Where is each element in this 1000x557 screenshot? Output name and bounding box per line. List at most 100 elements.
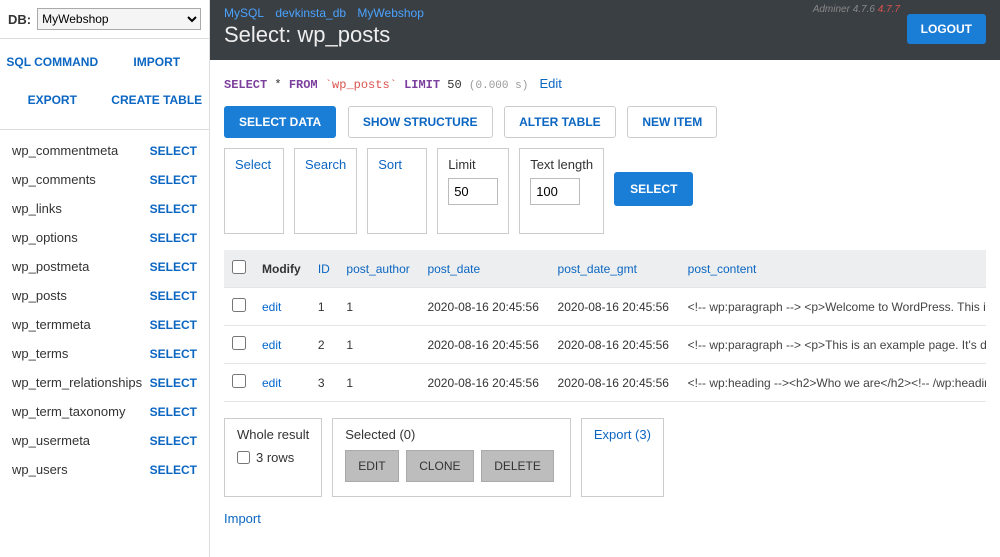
table-select-link[interactable]: SELECT [150, 144, 197, 158]
table-row: wp_term_taxonomy SELECT [0, 397, 209, 426]
table-link[interactable]: wp_users [12, 462, 68, 477]
main: MySQL devkinsta_db MyWebshop Select: wp_… [210, 0, 1000, 557]
table-row: edit312020-08-16 20:45:562020-08-16 20:4… [224, 364, 986, 402]
cell-post-date: 2020-08-16 20:45:56 [419, 288, 549, 326]
table-select-link[interactable]: SELECT [150, 405, 197, 419]
table-row: wp_posts SELECT [0, 281, 209, 310]
select-columns-link[interactable]: Select [235, 157, 273, 172]
table-select-link[interactable]: SELECT [150, 289, 197, 303]
col-post-date[interactable]: post_date [419, 250, 549, 288]
sql-preview: SELECT * FROM `wp_posts` LIMIT 50 (0.000… [224, 76, 986, 92]
sort-link[interactable]: Sort [378, 157, 416, 172]
table-row: wp_users SELECT [0, 455, 209, 484]
crumb-schema[interactable]: MyWebshop [357, 6, 423, 20]
run-select-button[interactable]: SELECT [614, 172, 693, 206]
table-link[interactable]: wp_term_relationships [12, 375, 142, 390]
show-structure-button[interactable]: SHOW STRUCTURE [348, 106, 493, 138]
sql-edit-link[interactable]: Edit [540, 76, 562, 91]
result-footer: Whole result 3 rows Selected (0) EDIT CL… [224, 418, 986, 497]
table-link[interactable]: wp_posts [12, 288, 67, 303]
cell-post-content: <!-- wp:paragraph --> <p>This is an exam… [680, 326, 986, 364]
row-edit-link[interactable]: edit [262, 338, 281, 352]
edit-selected-button[interactable]: EDIT [345, 450, 398, 482]
row-checkbox[interactable] [232, 298, 246, 312]
whole-result-checkbox[interactable] [237, 451, 250, 464]
db-selector-row: DB: MyWebshop [0, 0, 209, 39]
table-select-link[interactable]: SELECT [150, 434, 197, 448]
table-link[interactable]: wp_commentmeta [12, 143, 118, 158]
table-link[interactable]: wp_links [12, 201, 62, 216]
topbar: MySQL devkinsta_db MyWebshop Select: wp_… [210, 0, 1000, 60]
table-link[interactable]: wp_terms [12, 346, 68, 361]
export-box: Export (3) [581, 418, 664, 497]
import-bottom-link[interactable]: Import [224, 511, 261, 526]
table-link[interactable]: wp_options [12, 230, 78, 245]
export-link[interactable]: EXPORT [0, 81, 105, 119]
results-tbody: edit112020-08-16 20:45:562020-08-16 20:4… [224, 288, 986, 402]
table-select-link[interactable]: SELECT [150, 347, 197, 361]
select-all-checkbox[interactable] [232, 260, 246, 274]
db-select[interactable]: MyWebshop [37, 8, 201, 30]
cell-post-date: 2020-08-16 20:45:56 [419, 364, 549, 402]
table-select-link[interactable]: SELECT [150, 376, 197, 390]
delete-selected-button[interactable]: DELETE [481, 450, 554, 482]
table-select-link[interactable]: SELECT [150, 318, 197, 332]
adminer-version: Adminer 4.7.6 4.7.7 [813, 4, 900, 15]
import-link[interactable]: IMPORT [105, 43, 210, 81]
cell-id: 1 [310, 288, 339, 326]
search-link[interactable]: Search [305, 157, 346, 172]
table-select-link[interactable]: SELECT [150, 173, 197, 187]
table-row: wp_options SELECT [0, 223, 209, 252]
row-checkbox[interactable] [232, 336, 246, 350]
select-fieldset: Select [224, 148, 284, 234]
row-edit-link[interactable]: edit [262, 300, 281, 314]
row-edit-link[interactable]: edit [262, 376, 281, 390]
sidebar-actions: SQL COMMAND IMPORT EXPORT CREATE TABLE [0, 39, 209, 130]
cell-post-date-gmt: 2020-08-16 20:45:56 [550, 326, 680, 364]
col-id[interactable]: ID [310, 250, 339, 288]
select-data-button[interactable]: SELECT DATA [224, 106, 336, 138]
logout-button[interactable]: LOGOUT [907, 14, 986, 44]
alter-table-button[interactable]: ALTER TABLE [504, 106, 616, 138]
table-row: wp_termmeta SELECT [0, 310, 209, 339]
cell-post-content: <!-- wp:heading --><h2>Who we are</h2><!… [680, 364, 986, 402]
crumb-mysql[interactable]: MySQL [224, 6, 264, 20]
table-row: edit212020-08-16 20:45:562020-08-16 20:4… [224, 326, 986, 364]
create-table-link[interactable]: CREATE TABLE [105, 81, 210, 119]
textlen-input[interactable] [530, 178, 580, 205]
table-link[interactable]: wp_usermeta [12, 433, 90, 448]
cell-post-content: <!-- wp:paragraph --> <p>Welcome to Word… [680, 288, 986, 326]
limit-input[interactable] [448, 178, 498, 205]
table-select-link[interactable]: SELECT [150, 260, 197, 274]
table-select-link[interactable]: SELECT [150, 463, 197, 477]
sort-fieldset: Sort [367, 148, 427, 234]
table-link[interactable]: wp_postmeta [12, 259, 89, 274]
row-checkbox[interactable] [232, 374, 246, 388]
table-row: edit112020-08-16 20:45:562020-08-16 20:4… [224, 288, 986, 326]
col-post-author[interactable]: post_author [338, 250, 419, 288]
table-link[interactable]: wp_comments [12, 172, 96, 187]
cell-post-author: 1 [338, 364, 419, 402]
col-post-date-gmt[interactable]: post_date_gmt [550, 250, 680, 288]
sql-command-link[interactable]: SQL COMMAND [0, 43, 105, 81]
content: SELECT * FROM `wp_posts` LIMIT 50 (0.000… [210, 60, 1000, 542]
table-link[interactable]: wp_termmeta [12, 317, 91, 332]
clone-selected-button[interactable]: CLONE [406, 450, 473, 482]
cell-id: 3 [310, 364, 339, 402]
new-item-button[interactable]: NEW ITEM [627, 106, 717, 138]
table-link[interactable]: wp_term_taxonomy [12, 404, 125, 419]
limit-fieldset: Limit [437, 148, 509, 234]
whole-result-box: Whole result 3 rows [224, 418, 322, 497]
query-filters: Select Search Sort Limit Text length SEL… [224, 148, 986, 234]
cell-post-author: 1 [338, 326, 419, 364]
crumb-db[interactable]: devkinsta_db [275, 6, 346, 20]
table-select-link[interactable]: SELECT [150, 202, 197, 216]
export-link[interactable]: Export (3) [594, 427, 651, 442]
col-modify: Modify [254, 250, 310, 288]
cell-post-date-gmt: 2020-08-16 20:45:56 [550, 288, 680, 326]
cell-id: 2 [310, 326, 339, 364]
col-post-content[interactable]: post_content [680, 250, 986, 288]
cell-post-date-gmt: 2020-08-16 20:45:56 [550, 364, 680, 402]
table-row: wp_comments SELECT [0, 165, 209, 194]
table-select-link[interactable]: SELECT [150, 231, 197, 245]
